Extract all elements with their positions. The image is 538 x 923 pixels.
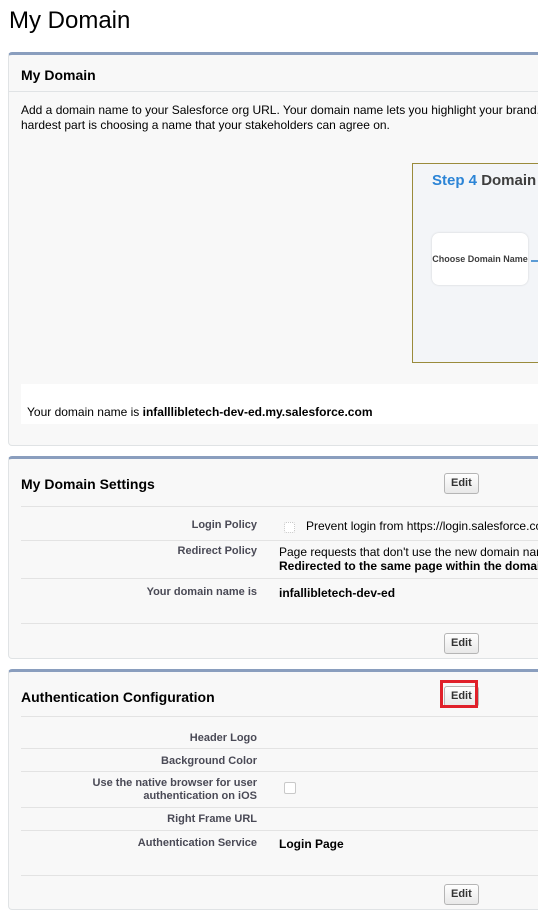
login-policy-value: Prevent login from https://login.salesfo… <box>306 519 538 533</box>
login-policy-label: Login Policy <box>191 519 257 531</box>
step-promo-image: Step 4 Domain Choose Domain Name <box>412 163 538 363</box>
domain-name-box: Your domain name is infalllibletech-dev-… <box>21 384 538 424</box>
domain-name-value: infalllibletech-dev-ed.my.salesforce.com <box>142 405 373 419</box>
promo-choose-domain-card: Choose Domain Name <box>432 233 528 285</box>
header-logo-row: Header Logo <box>21 727 538 749</box>
auth-header-divider <box>21 716 538 717</box>
domain-name-prefix: Your domain name is <box>27 405 143 419</box>
promo-step-heading: Step 4 Domain <box>432 172 536 189</box>
background-color-row: Background Color <box>21 749 538 772</box>
settings-edit-button-bottom[interactable]: Edit <box>444 633 479 654</box>
redirect-policy-line2: Redirected to the same page within the d… <box>279 559 538 573</box>
native-browser-label: Use the native browser for user authenti… <box>92 777 257 802</box>
settings-edit-button[interactable]: Edit <box>444 473 479 494</box>
edit-highlight-box <box>440 680 478 708</box>
login-policy-row: Login Policy Prevent login from https://… <box>21 509 538 541</box>
right-frame-row: Right Frame URL <box>21 808 538 831</box>
auth-service-row: Authentication Service Login Page <box>21 831 538 876</box>
auth-title: Authentication Configuration <box>21 689 215 705</box>
auth-service-value: Login Page <box>279 837 344 851</box>
redirect-policy-row: Redirect Policy Page requests that don't… <box>21 541 538 579</box>
background-color-label: Background Color <box>161 755 257 767</box>
right-frame-label: Right Frame URL <box>167 813 257 825</box>
promo-step-number: Step 4 <box>432 172 478 189</box>
panel-title: My Domain <box>21 67 96 83</box>
settings-header-divider <box>21 506 538 507</box>
settings-title: My Domain Settings <box>21 476 155 492</box>
my-domain-panel: My Domain Add a domain name to your Sale… <box>8 52 538 446</box>
promo-step-title: Domain <box>481 172 537 189</box>
redirect-policy-label: Redirect Policy <box>177 545 257 557</box>
my-domain-settings-panel: My Domain Settings Edit Login Policy Pre… <box>8 456 538 659</box>
my-domain-description: Add a domain name to your Salesforce org… <box>21 103 538 132</box>
native-browser-row: Use the native browser for user authenti… <box>21 772 538 808</box>
page-title: My Domain <box>9 7 131 34</box>
panel-header: My Domain <box>9 55 538 92</box>
header-logo-label: Header Logo <box>189 732 257 744</box>
domain-name-text: Your domain name is infalllibletech-dev-… <box>27 405 372 419</box>
redirect-policy-line1: Page requests that don't use the new dom… <box>279 545 538 559</box>
auth-service-label: Authentication Service <box>137 837 257 849</box>
auth-edit-button-bottom[interactable]: Edit <box>444 884 479 905</box>
domain-name-label: Your domain name is <box>146 586 257 598</box>
domain-name-setting-value: infallibletech-dev-ed <box>279 586 396 600</box>
native-browser-checkbox[interactable] <box>284 782 296 794</box>
login-policy-checkbox[interactable] <box>284 522 295 533</box>
promo-connector-line <box>531 260 538 262</box>
domain-name-row: Your domain name is infallibletech-dev-e… <box>21 579 538 624</box>
